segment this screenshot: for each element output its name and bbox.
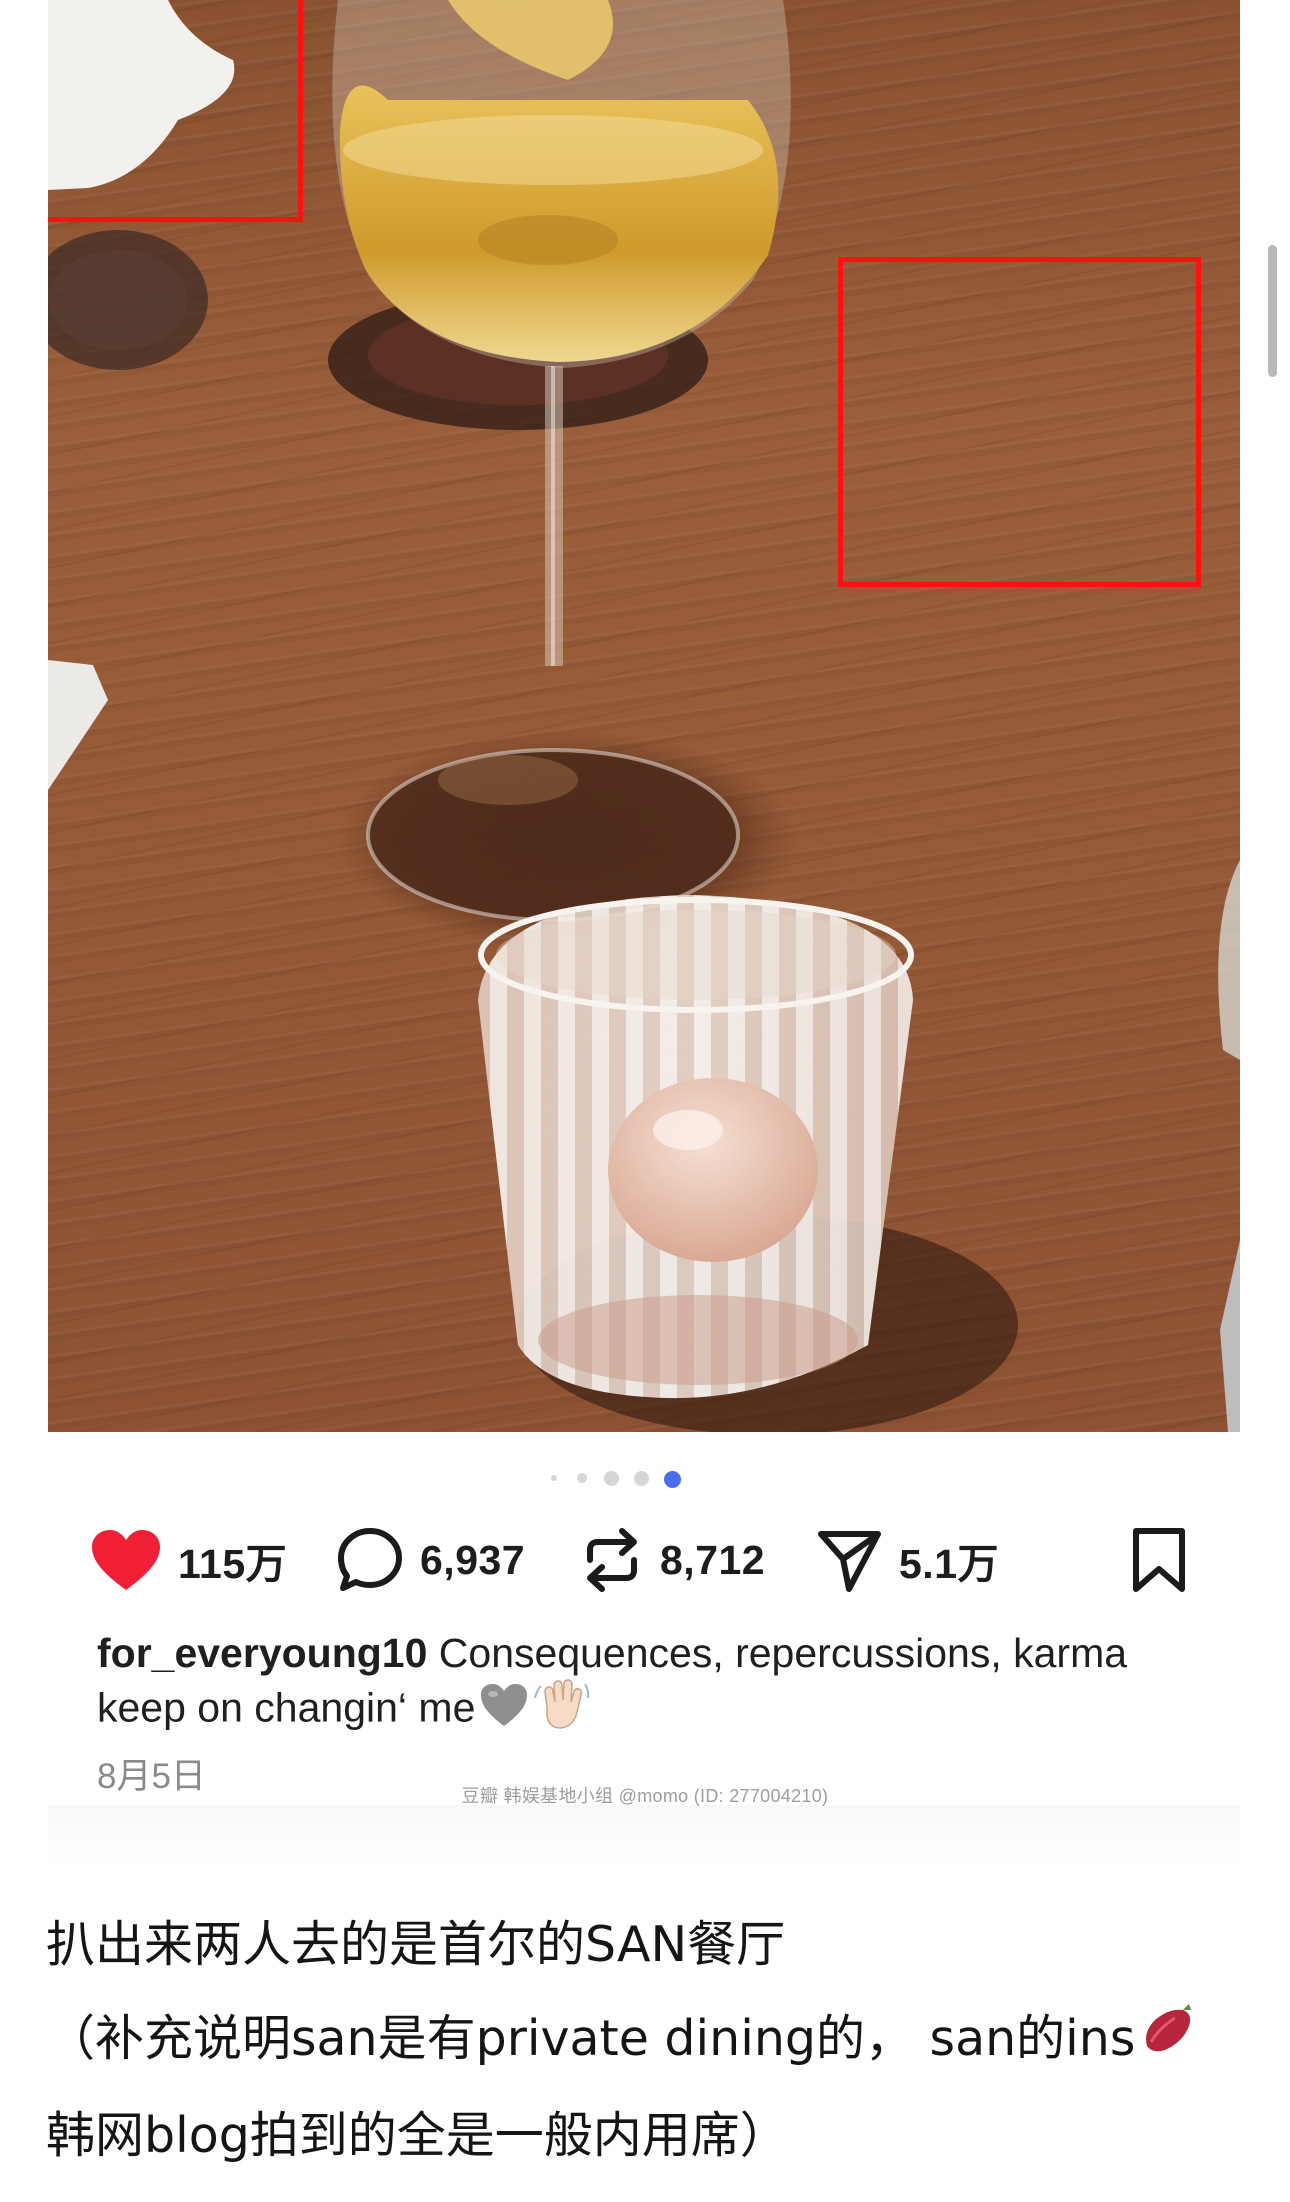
article-line: （补充说明san是有private dining的， san的ins xyxy=(46,1992,1246,2089)
carousel-dot[interactable] xyxy=(551,1475,557,1481)
repost-icon[interactable] xyxy=(580,1526,644,1594)
repost-count: 8,712 xyxy=(660,1536,766,1583)
divider xyxy=(48,1805,1240,1865)
heart-icon[interactable] xyxy=(90,1528,162,1592)
carousel-dot[interactable] xyxy=(577,1473,587,1483)
grey-heart-icon xyxy=(479,1682,529,1739)
waving-hand-icon xyxy=(533,1678,591,1743)
post-photo[interactable] xyxy=(48,0,1240,1432)
like-count: 115万 xyxy=(178,1541,288,1587)
caption-username[interactable]: for_everyoung10 xyxy=(97,1630,427,1676)
carousel-indicator xyxy=(0,1468,1290,1488)
send-icon[interactable] xyxy=(815,1526,883,1594)
highlight-box-right xyxy=(838,257,1201,587)
comment-count: 6,937 xyxy=(420,1536,526,1583)
carousel-dot-active[interactable] xyxy=(664,1471,681,1488)
sweet-potato-icon xyxy=(1139,1995,1195,2089)
article-line-text: （补充说明san是有private dining的， san的ins xyxy=(46,2010,1136,2067)
scrollbar-thumb[interactable] xyxy=(1268,245,1277,377)
bookmark-icon[interactable] xyxy=(1130,1527,1188,1593)
like-action[interactable]: 115万 xyxy=(90,1520,287,1600)
post-caption: for_everyoung10 Consequences, repercussi… xyxy=(97,1628,1207,1743)
comment-icon[interactable] xyxy=(336,1526,404,1594)
repost-action[interactable]: 8,712 xyxy=(580,1520,765,1600)
article-body: 扒出来两人去的是首尔的SAN餐厅 （补充说明san是有private dinin… xyxy=(46,1898,1246,2183)
comment-action[interactable]: 6,937 xyxy=(336,1520,525,1600)
share-count: 5.1万 xyxy=(899,1541,999,1587)
carousel-dot[interactable] xyxy=(604,1471,619,1486)
share-action[interactable]: 5.1万 xyxy=(815,1520,999,1600)
highlight-box-left xyxy=(48,0,303,222)
article-line: 韩网blog拍到的全是一般内用席） xyxy=(46,2106,789,2164)
watermark: 豆瓣 韩娱基地小组 @momo (ID: 277004210) xyxy=(461,1786,829,1806)
carousel-dot[interactable] xyxy=(634,1471,649,1486)
bookmark-action[interactable] xyxy=(1130,1520,1188,1600)
article-line: 扒出来两人去的是首尔的SAN餐厅 xyxy=(46,1916,786,1973)
